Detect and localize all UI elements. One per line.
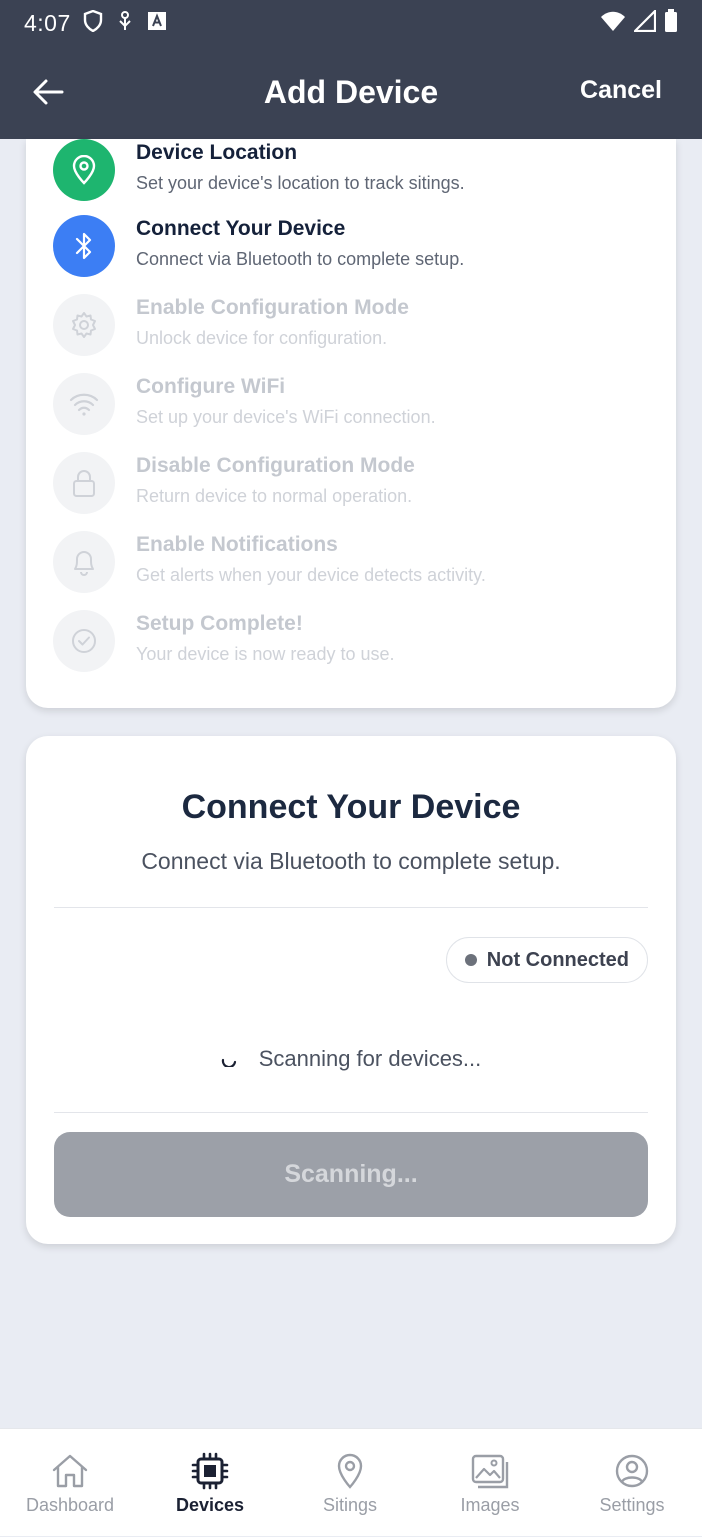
step-subtitle: Connect via Bluetooth to complete setup. (136, 249, 465, 269)
spinner-icon (221, 1058, 236, 1067)
nav-label: Sitings (322, 1495, 378, 1515)
bluetooth-icon (75, 232, 92, 260)
chip-icon (191, 1452, 229, 1490)
step-status-circle (53, 215, 115, 277)
battery-icon (664, 8, 678, 38)
home-icon (52, 1454, 88, 1488)
step-title: Enable Configuration Mode (136, 296, 409, 319)
scan-button-label: Scanning... (284, 1160, 418, 1188)
connect-title: Connect Your Device (181, 788, 521, 826)
nav-item-sitings[interactable]: Sitings (280, 1429, 420, 1537)
nav-label: Images (460, 1495, 520, 1515)
images-icon (471, 1454, 509, 1489)
step-subtitle: Return device to normal operation. (136, 486, 413, 506)
app-header: Add Device Cancel (0, 46, 702, 139)
wifi-icon (69, 393, 99, 416)
scan-button[interactable]: Scanning... (54, 1132, 648, 1217)
back-button[interactable] (28, 72, 68, 112)
scanning-indicator: Scanning for devices... (26, 1046, 676, 1072)
setup-steps-card: Device Location Set your device's locati… (26, 139, 676, 708)
location-pin-icon (337, 1453, 363, 1489)
step-status-circle (53, 531, 115, 593)
nav-item-devices[interactable]: Devices (140, 1429, 280, 1537)
bell-icon (74, 551, 94, 576)
nav-label: Dashboard (25, 1495, 115, 1515)
arrow-left-icon (33, 79, 64, 105)
status-time: 4:07 (24, 9, 71, 36)
step-title: Enable Notifications (136, 533, 338, 556)
step-status-circle (53, 294, 115, 356)
gear-icon (72, 312, 96, 338)
cancel-button[interactable]: Cancel (580, 76, 662, 105)
step-enable-config-mode: Enable Configuration Mode Unlock device … (26, 294, 676, 364)
status-dot (464, 954, 477, 966)
divider (54, 1112, 648, 1113)
step-enable-notifications: Enable Notifications Get alerts when you… (26, 531, 676, 601)
font-a-icon (147, 11, 167, 36)
nav-label: Settings (599, 1495, 665, 1515)
cell-signal-icon (632, 7, 657, 37)
step-subtitle: Set your device's location to track siti… (136, 173, 465, 193)
step-title: Configure WiFi (136, 375, 286, 398)
nav-item-settings[interactable]: Settings (562, 1429, 702, 1537)
user-circle-icon (615, 1454, 649, 1488)
step-status-circle (53, 610, 115, 672)
check-circle-icon (72, 629, 96, 653)
step-subtitle: Your device is now ready to use. (136, 644, 395, 664)
step-title: Connect Your Device (136, 217, 346, 240)
location-pin-icon (72, 155, 96, 185)
step-status-circle (53, 373, 115, 435)
divider (54, 907, 648, 908)
usb-icon (117, 10, 133, 37)
connection-status-text: Not Connected (486, 948, 629, 971)
nav-item-dashboard[interactable]: Dashboard (0, 1429, 140, 1537)
step-title: Setup Complete! (136, 612, 303, 635)
step-connect-device: Connect Your Device Connect via Bluetoot… (26, 215, 676, 285)
connect-subtitle: Connect via Bluetooth to complete setup. (141, 848, 561, 874)
step-device-location: Device Location Set your device's locati… (26, 139, 676, 209)
step-disable-config-mode: Disable Configuration Mode Return device… (26, 452, 676, 522)
connection-status-badge: Not Connected (445, 937, 648, 983)
wifi-signal-icon (600, 10, 626, 37)
connect-device-card: Connect Your Device Connect via Bluetoot… (26, 736, 676, 1244)
step-title: Disable Configuration Mode (136, 454, 415, 477)
step-configure-wifi: Configure WiFi Set up your device's WiFi… (26, 373, 676, 443)
step-title: Device Location (136, 141, 298, 164)
lock-icon (73, 470, 95, 497)
status-bar: 4:07 (0, 0, 702, 46)
step-subtitle: Get alerts when your device detects acti… (136, 565, 486, 585)
step-status-circle (53, 139, 115, 201)
step-status-circle (53, 452, 115, 514)
nav-item-images[interactable]: Images (420, 1429, 560, 1537)
page-title: Add Device (263, 74, 439, 110)
shield-icon (83, 9, 103, 37)
step-setup-complete: Setup Complete! Your device is now ready… (26, 610, 676, 680)
scanning-text: Scanning for devices... (258, 1046, 482, 1071)
step-subtitle: Set up your device's WiFi connection. (136, 407, 436, 427)
bottom-nav: Dashboard Devices Sitings Images Setting… (0, 1428, 702, 1536)
nav-label: Devices (175, 1495, 245, 1515)
step-subtitle: Unlock device for configuration. (136, 328, 388, 348)
